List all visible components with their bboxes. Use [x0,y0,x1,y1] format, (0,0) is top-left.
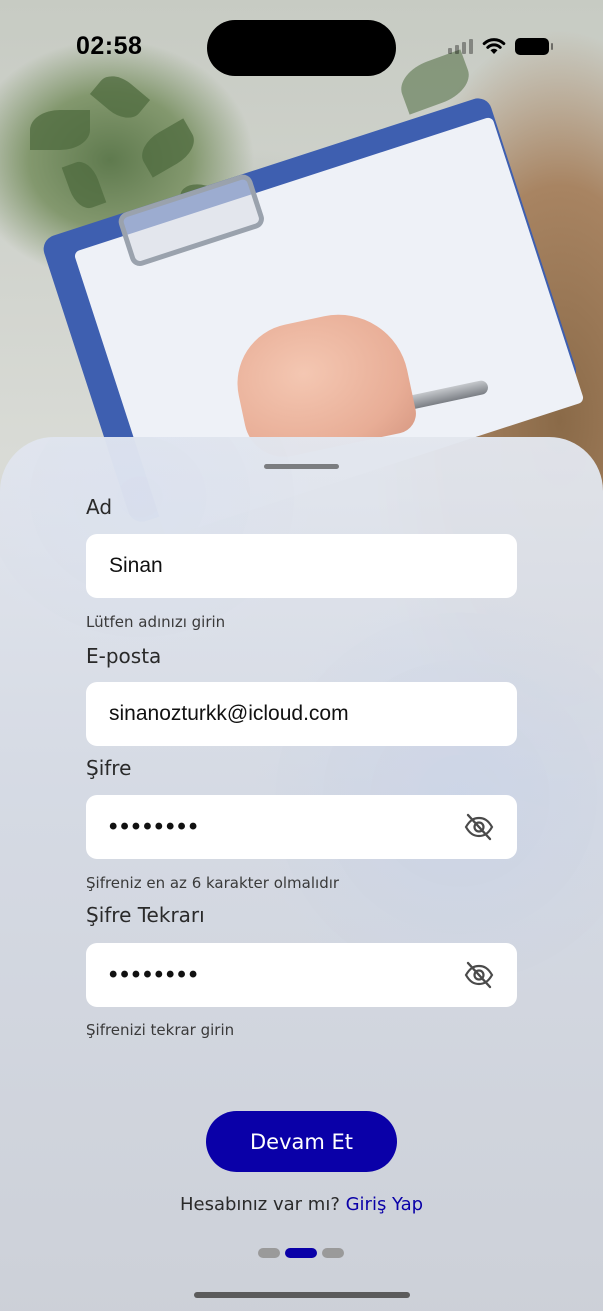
password-helper-text: Şifreniz en az 6 karakter olmalıdır [86,874,340,892]
plant-leaf [30,110,90,150]
continue-button[interactable]: Devam Et [206,1111,397,1172]
password-confirm-input[interactable]: •••••••• [86,943,517,1007]
name-label: Ad [86,495,113,519]
home-indicator[interactable] [194,1292,410,1298]
name-input[interactable]: Sinan [86,534,517,598]
wifi-icon [482,38,506,54]
password-label: Şifre [86,756,132,780]
name-helper-text: Lütfen adınızı girin [86,613,226,631]
signal-icon [448,38,473,54]
page-dot-active [285,1248,317,1258]
login-prompt-text: Hesabınız var mı? [179,1194,340,1215]
status-icons [448,36,553,56]
password-confirm-input-value: •••••••• [109,961,201,988]
dynamic-island [207,20,396,76]
plant-leaf [134,118,202,178]
password-input[interactable]: •••••••• [86,795,517,859]
name-input-value: Sinan [109,554,163,577]
page-dot [322,1248,344,1258]
login-link[interactable]: Giriş Yap [346,1194,423,1215]
battery-icon [515,37,553,55]
email-label: E-posta [86,644,162,668]
status-bar: 02:58 [0,0,603,96]
password-confirm-helper-text: Şifrenizi tekrar girin [86,1021,235,1039]
status-time: 02:58 [76,32,143,60]
eye-off-icon[interactable] [463,812,495,842]
email-input-value: sinanozturkk@icloud.com [109,702,349,725]
drag-handle[interactable] [264,464,339,469]
page-indicator [258,1248,344,1258]
signup-form-sheet: Ad Sinan Lütfen adınızı girin E-posta si… [0,437,603,1311]
plant-leaf [61,157,107,213]
login-prompt-row: Hesabınız var mı? Giriş Yap [0,1194,603,1215]
signup-screen: 02:58 Ad Sinan Lütfen adınızı girin E-po… [0,0,603,1311]
eye-off-icon[interactable] [463,960,495,990]
password-confirm-label: Şifre Tekrarı [86,903,205,927]
password-input-value: •••••••• [109,813,201,840]
page-dot [258,1248,280,1258]
email-input[interactable]: sinanozturkk@icloud.com [86,682,517,746]
